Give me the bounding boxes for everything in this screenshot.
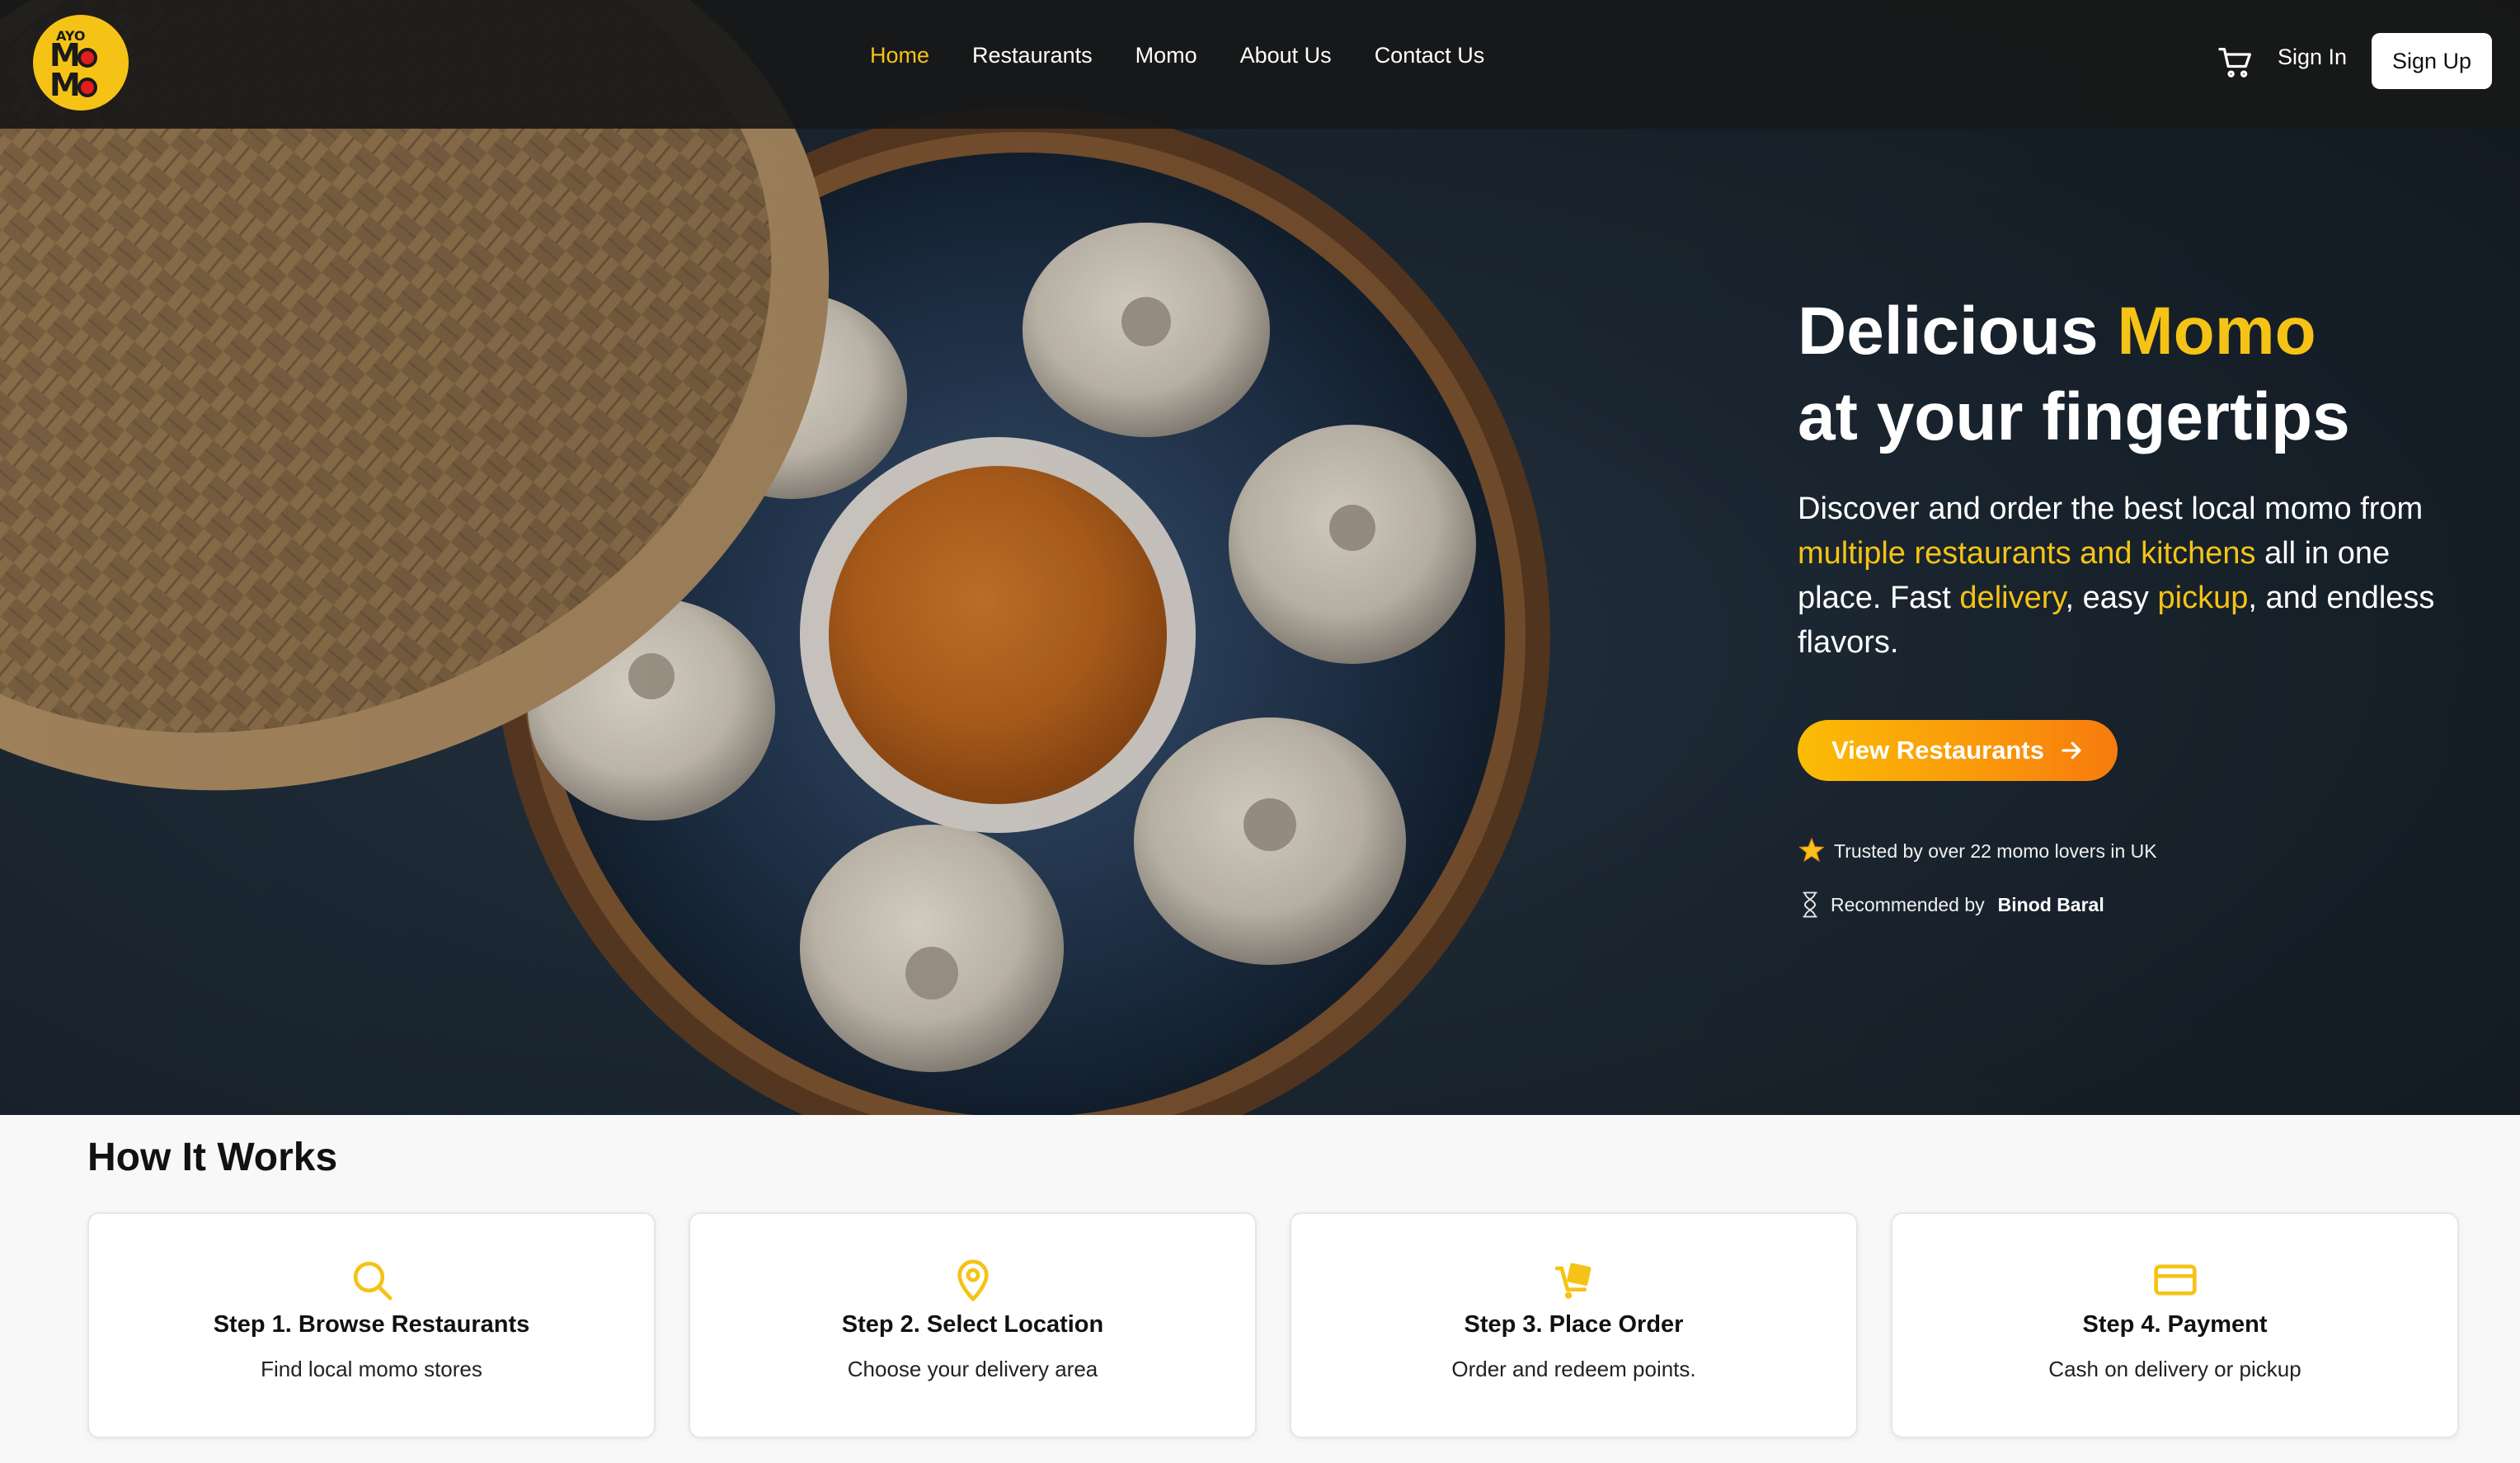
step-title: Step 2. Select Location	[841, 1311, 1104, 1338]
recommended-prefix: Recommended by	[1831, 893, 1985, 915]
credit-card-icon	[2153, 1264, 2197, 1296]
step-card-order: Step 3. Place Order Order and redeem poi…	[1290, 1212, 1858, 1438]
hero-desc-highlight: pickup	[2157, 581, 2249, 615]
hero-description: Discover and order the best local momo f…	[1798, 487, 2474, 665]
hero-desc-text: , easy	[2065, 581, 2158, 615]
how-it-works-title: How It Works	[87, 1136, 338, 1179]
nav-about-us[interactable]: About Us	[1240, 43, 1332, 68]
nav-momo[interactable]: Momo	[1135, 43, 1197, 68]
top-navbar: AYO M M Home Restaurants Momo About Us C…	[0, 0, 2520, 129]
recommender-name: Binod Baral	[1997, 893, 2104, 915]
hero-section: Delicious Momo at your fingertips Discov…	[0, 0, 2520, 1115]
step-description: Cash on delivery or pickup	[2048, 1357, 2301, 1381]
hero-title-text: Delicious	[1798, 294, 2118, 369]
sign-up-button[interactable]: Sign Up	[2372, 33, 2492, 89]
logo-dot	[77, 47, 97, 68]
logo-mark: AYO M M	[40, 21, 122, 104]
delivery-cart-icon	[1554, 1263, 1591, 1299]
step-description: Find local momo stores	[261, 1357, 482, 1381]
step-card-browse: Step 1. Browse Restaurants Find local mo…	[87, 1212, 656, 1438]
step-card-payment: Step 4. Payment Cash on delivery or pick…	[1891, 1212, 2459, 1438]
hero-title: Delicious Momo at your fingertips	[1798, 289, 2474, 460]
nav-contact-us[interactable]: Contact Us	[1375, 43, 1485, 68]
location-pin-icon	[957, 1259, 989, 1301]
steps-cards: Step 1. Browse Restaurants Find local mo…	[87, 1212, 2459, 1438]
step-description: Choose your delivery area	[847, 1357, 1098, 1381]
step-title: Step 1. Browse Restaurants	[213, 1311, 530, 1338]
nav-home[interactable]: Home	[870, 43, 929, 68]
logo-dot	[77, 77, 97, 97]
hourglass-icon	[1803, 891, 1817, 918]
step-title: Step 4. Payment	[2082, 1311, 2268, 1338]
main-nav: Home Restaurants Momo About Us Contact U…	[870, 43, 1484, 68]
hero-title-line2: at your fingertips	[1798, 379, 2350, 454]
arrow-right-icon	[2062, 741, 2081, 760]
star-icon	[1798, 837, 1825, 863]
logo-text-row2: M	[49, 69, 97, 101]
hero-desc-highlight: delivery	[1959, 581, 2066, 615]
recommended-line: Recommended by Binod Baral	[1798, 891, 2104, 919]
trust-text: Trusted by over 22 momo lovers in UK	[1834, 840, 2157, 862]
brand-logo[interactable]: AYO M M	[33, 15, 129, 111]
sign-in-link[interactable]: Sign In	[2278, 45, 2347, 70]
step-title: Step 3. Place Order	[1464, 1311, 1684, 1338]
trust-line: Trusted by over 22 momo lovers in UK	[1798, 837, 2157, 865]
nav-restaurants[interactable]: Restaurants	[972, 43, 1093, 68]
cta-label: View Restaurants	[1831, 736, 2044, 764]
hero-title-highlight: Momo	[2117, 294, 2316, 369]
search-icon	[353, 1261, 392, 1301]
view-restaurants-button[interactable]: View Restaurants	[1798, 720, 2118, 781]
step-card-location: Step 2. Select Location Choose your deli…	[689, 1212, 1257, 1438]
step-description: Order and redeem points.	[1451, 1357, 1696, 1381]
hero-desc-highlight: multiple restaurants and kitchens	[1798, 536, 2256, 571]
cart-icon[interactable]	[2218, 46, 2254, 79]
hero-desc-text: Discover and order the best local momo f…	[1798, 492, 2424, 526]
